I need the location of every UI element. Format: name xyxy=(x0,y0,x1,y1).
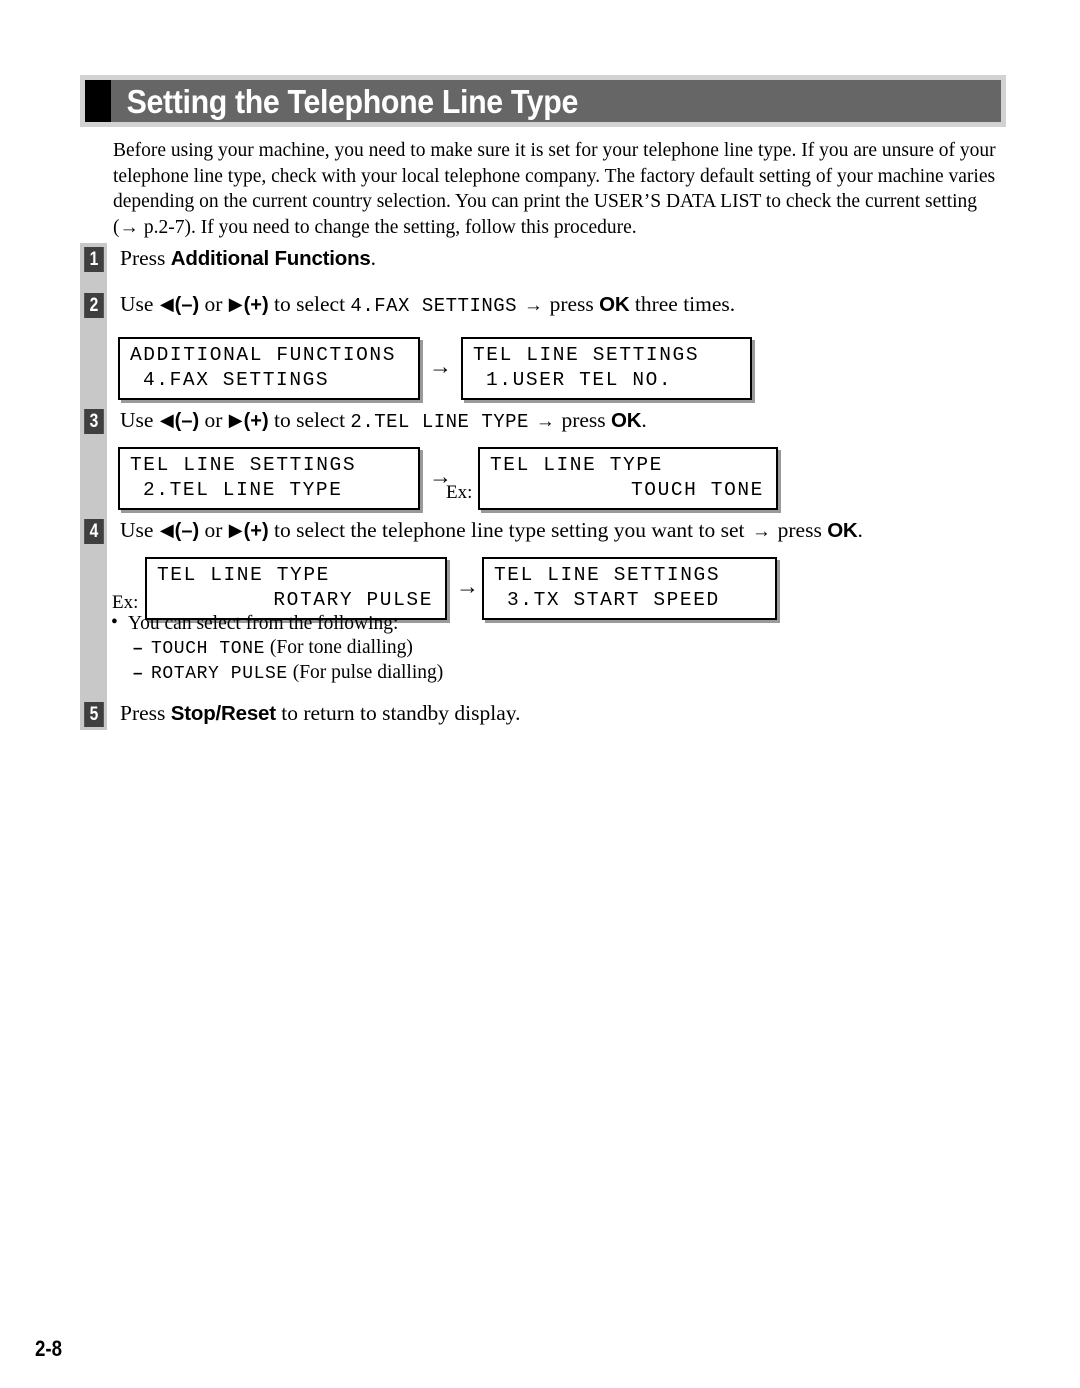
lcd-step3-left-line1: TEL LINE SETTINGS xyxy=(130,454,357,476)
step-3-menu-value: 2.TEL LINE TYPE xyxy=(350,411,529,433)
left-arrow-icon: ◀ xyxy=(159,410,174,430)
step-5-text: Press Stop/Reset to return to standby di… xyxy=(120,699,521,728)
step-1-tail: . xyxy=(370,246,376,270)
step-4-ok-button-name: OK xyxy=(827,519,858,542)
step-1-press-label: Press xyxy=(120,246,171,270)
right-arrow-icon: ▶ xyxy=(228,294,243,314)
step-2-ok-button-name: OK xyxy=(599,293,630,316)
note-option-row: – ROTARY PULSE (For pulse dialling) xyxy=(107,661,443,686)
lcd-step4-right: TEL LINE SETTINGS 3.TX START SPEED xyxy=(482,557,777,620)
step-4-text: Use ◀(–) or ▶(+) to select the telephone… xyxy=(120,516,863,546)
step-2-select-label: to select xyxy=(268,292,351,316)
step-3-text: Use ◀(–) or ▶(+) to select 2.TEL LINE TY… xyxy=(120,406,647,436)
header-black-tab-icon xyxy=(85,80,111,122)
left-arrow-icon: ◀ xyxy=(159,520,174,540)
step-4-arrow-icon: → xyxy=(751,521,776,542)
lcd-step4-left: TEL LINE TYPE ROTARY PULSE xyxy=(145,557,447,620)
step-4-tail: . xyxy=(857,518,863,542)
lcd-step2-left-line1: ADDITIONAL FUNCTIONS xyxy=(130,344,397,366)
step-2-arrow-icon: → xyxy=(519,295,548,316)
plus-sign-label: (+) xyxy=(243,520,269,542)
intro-paragraph: Before using your machine, you need to m… xyxy=(113,140,996,238)
section-header-banner: Setting the Telephone Line Type xyxy=(80,75,1006,127)
step-5-button-name: Stop/Reset xyxy=(170,702,276,725)
step-5-tail: to return to standby display. xyxy=(275,701,521,725)
plus-sign-label: (+) xyxy=(243,294,269,316)
note-option-value: ROTARY PULSE xyxy=(151,664,288,684)
lcd-step3-right-line1: TEL LINE TYPE xyxy=(490,454,663,476)
section-header-inner: Setting the Telephone Line Type xyxy=(85,80,1001,122)
note-option-description: (For pulse dialling) xyxy=(292,662,444,683)
lcd-step3-left-line2: 2.TEL LINE TYPE xyxy=(143,479,343,501)
step-2-press-label: press xyxy=(549,292,600,316)
lcd-step2-right: TEL LINE SETTINGS 1.USER TEL NO. xyxy=(461,337,752,400)
step-4-use-label: Use xyxy=(120,518,159,542)
minus-sign-label: (–) xyxy=(174,520,200,542)
step-3-press-label: press xyxy=(561,408,612,432)
step-2-or-label: or xyxy=(199,292,228,316)
step-2-tail: three times. xyxy=(629,292,736,316)
lcd-step4-left-line1: TEL LINE TYPE xyxy=(157,564,330,586)
step-4-number: 4 xyxy=(84,519,104,544)
dash-icon: – xyxy=(133,638,143,657)
page-number: 2-8 xyxy=(35,1336,63,1361)
plus-sign-label: (+) xyxy=(243,410,269,432)
step-1-number: 1 xyxy=(84,247,104,272)
lcd-step4-right-line2: 3.TX START SPEED xyxy=(507,589,720,611)
step-4-select-label: to select the telephone line type settin… xyxy=(268,518,750,542)
note-option-value: TOUCH TONE xyxy=(151,639,266,659)
lcd-step3-right-line2: TOUCH TONE xyxy=(630,479,764,501)
lcd-step4-right-line1: TEL LINE SETTINGS xyxy=(494,564,721,586)
lcd-step2-left: ADDITIONAL FUNCTIONS 4.FAX SETTINGS xyxy=(118,337,420,400)
step-3-number: 3 xyxy=(84,409,104,434)
right-arrow-icon: ▶ xyxy=(228,410,243,430)
header-gray-bar: Setting the Telephone Line Type xyxy=(111,80,1001,122)
manual-page: Setting the Telephone Line Type Before u… xyxy=(0,0,1080,1388)
flow-arrow-icon-step2: → xyxy=(429,354,452,379)
page-title: Setting the Telephone Line Type xyxy=(126,82,579,120)
example-label-step3: Ex: xyxy=(446,482,473,503)
step-5-press-label: Press xyxy=(120,701,171,725)
step-2-number: 2 xyxy=(84,293,104,318)
step-3-ok-button-name: OK xyxy=(611,409,642,432)
step-2-use-label: Use xyxy=(120,292,159,316)
step-4-or-label: or xyxy=(199,518,228,542)
step-3-arrow-icon: → xyxy=(530,411,560,432)
step-1-button-name: Additional Functions xyxy=(170,247,371,270)
notes-block: • You can select from the following: – T… xyxy=(107,612,443,686)
note-option-description: (For tone dialling) xyxy=(269,637,413,658)
lcd-step2-left-line2: 4.FAX SETTINGS xyxy=(143,369,330,391)
note-heading-text: You can select from the following: xyxy=(128,613,399,634)
right-arrow-icon: ▶ xyxy=(228,520,243,540)
lcd-step2-right-line2: 1.USER TEL NO. xyxy=(486,369,673,391)
dash-icon: – xyxy=(133,663,143,682)
note-heading-row: • You can select from the following: xyxy=(107,612,443,636)
lcd-step2-right-line1: TEL LINE SETTINGS xyxy=(473,344,700,366)
step-5-number: 5 xyxy=(84,702,104,727)
flow-arrow-icon-step4: → xyxy=(456,574,479,599)
left-arrow-icon: ◀ xyxy=(159,294,174,314)
example-label-step4: Ex: xyxy=(112,592,139,613)
minus-sign-label: (–) xyxy=(174,294,200,316)
note-option-row: – TOUCH TONE (For tone dialling) xyxy=(107,636,443,661)
step-3-tail: . xyxy=(641,408,647,432)
step-1-text: Press Additional Functions. xyxy=(120,244,376,273)
lcd-step3-right: TEL LINE TYPE TOUCH TONE xyxy=(478,447,778,510)
step-2-text: Use ◀(–) or ▶(+) to select 4.FAX SETTING… xyxy=(120,290,735,320)
lcd-step3-left: TEL LINE SETTINGS 2.TEL LINE TYPE xyxy=(118,447,420,510)
step-4-press-label: press xyxy=(777,518,828,542)
step-3-or-label: or xyxy=(199,408,228,432)
step-3-select-label: to select xyxy=(268,408,351,432)
minus-sign-label: (–) xyxy=(174,410,200,432)
bullet-icon: • xyxy=(111,612,118,633)
lcd-step4-left-line2: ROTARY PULSE xyxy=(273,589,433,611)
step-3-use-label: Use xyxy=(120,408,159,432)
step-2-menu-value: 4.FAX SETTINGS xyxy=(350,295,518,317)
